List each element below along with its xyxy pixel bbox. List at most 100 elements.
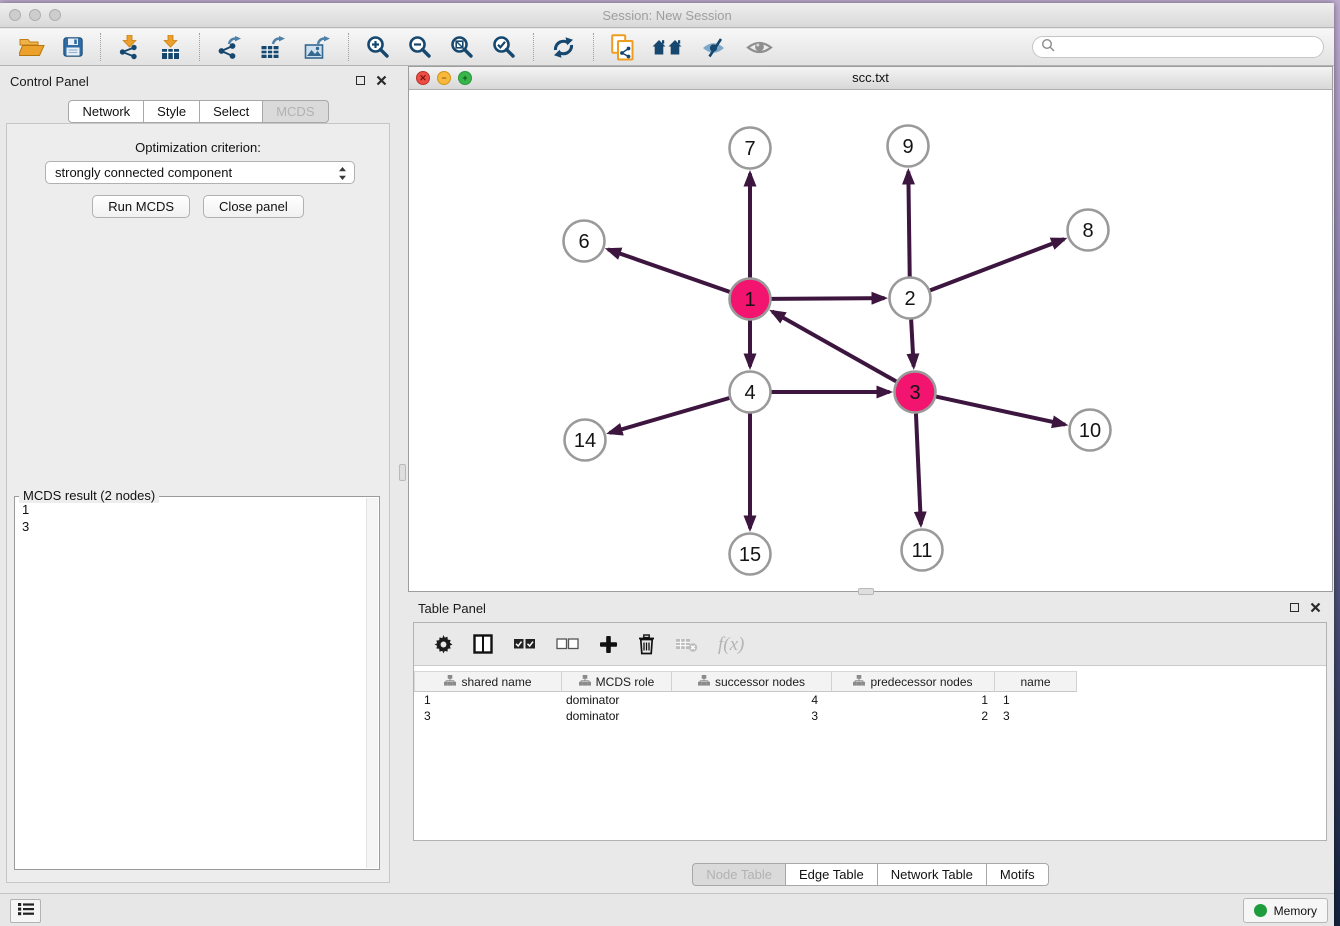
import-network-icon[interactable] [109, 31, 150, 63]
edge-3-11[interactable] [916, 413, 921, 524]
zoom-frame-icon[interactable]: + [458, 71, 472, 85]
edge-2-3[interactable] [911, 319, 914, 366]
edge-4-14[interactable] [609, 398, 729, 433]
edge-1-6[interactable] [608, 249, 730, 291]
control-panel-title: Control Panel [10, 74, 89, 89]
search-box [1032, 36, 1324, 58]
table-cell[interactable]: 4 [672, 692, 832, 708]
tab-edge-table[interactable]: Edge Table [785, 863, 878, 886]
toolbar-separator [100, 33, 101, 61]
optimization-criterion-label: Optimization criterion: [7, 140, 389, 155]
table-cell[interactable]: 1 [995, 692, 1077, 708]
open-file-icon[interactable] [10, 31, 54, 63]
network-view-window: ✕−+ scc.txt 7968124314101511 [408, 66, 1333, 592]
float-table-panel-icon[interactable] [1290, 603, 1299, 612]
tab-node-table[interactable]: Node Table [692, 863, 786, 886]
first-neighbors-icon[interactable] [643, 31, 692, 63]
network-canvas[interactable]: 7968124314101511 [409, 91, 1332, 591]
close-frame-icon[interactable]: ✕ [416, 71, 430, 85]
table-cell[interactable]: dominator [562, 708, 672, 724]
tab-network[interactable]: Network [68, 100, 144, 123]
column-header-mcds-role[interactable]: MCDS role [562, 671, 672, 692]
column-header-name[interactable]: name [995, 671, 1077, 692]
network-window-titlebar[interactable]: ✕−+ scc.txt [409, 67, 1332, 90]
zoom-out-icon[interactable] [399, 31, 441, 63]
refresh-view-icon[interactable] [542, 31, 585, 63]
graph-node-label-15: 15 [739, 544, 761, 566]
toolbar-icon-groups [10, 31, 782, 63]
minimize-window-icon[interactable] [29, 9, 41, 21]
export-table-icon[interactable] [251, 31, 295, 63]
table-cell[interactable]: 1 [832, 692, 995, 708]
select-all-icon[interactable] [503, 638, 546, 650]
delete-column-icon[interactable] [628, 634, 665, 655]
toolbar-separator [348, 33, 349, 61]
add-column-icon[interactable] [589, 635, 628, 654]
vertical-splitter-handle[interactable] [399, 464, 406, 481]
show-all-icon[interactable] [737, 31, 782, 63]
table-rows: 1dominator4113dominator323 [414, 692, 1326, 724]
close-table-panel-icon[interactable] [1310, 602, 1321, 613]
table-cell[interactable]: 2 [832, 708, 995, 724]
copy-network-icon[interactable] [602, 31, 643, 63]
hierarchy-icon [579, 675, 591, 689]
session-title: Session: New Session [0, 3, 1334, 28]
toolbar-separator [533, 33, 534, 61]
edge-2-9[interactable] [908, 171, 909, 276]
task-history-button[interactable] [10, 899, 41, 923]
table-settings-icon[interactable] [424, 635, 463, 654]
table-cell[interactable]: 3 [672, 708, 832, 724]
result-scrollbar[interactable] [366, 498, 378, 868]
main-titlebar[interactable]: Session: New Session [0, 3, 1334, 28]
column-header-label: successor nodes [715, 675, 805, 689]
chevron-updown-icon [338, 166, 347, 184]
tab-style[interactable]: Style [143, 100, 200, 123]
column-header-shared-name[interactable]: shared name [414, 671, 562, 692]
mcds-panel-body: Optimization criterion: strongly connect… [6, 123, 390, 883]
minimize-frame-icon[interactable]: − [437, 71, 451, 85]
table-panel-title: Table Panel [418, 601, 486, 616]
criterion-select[interactable]: strongly connected component [45, 161, 355, 184]
edge-1-2[interactable] [771, 298, 884, 299]
mcds-result-text[interactable]: 1 3 [16, 499, 365, 868]
network-graph: 7968124314101511 [409, 91, 1332, 591]
table-cell[interactable]: 1 [414, 692, 562, 708]
table-row[interactable]: 1dominator411 [414, 692, 1326, 708]
toolbar-separator [199, 33, 200, 61]
zoom-window-icon[interactable] [49, 9, 61, 21]
table-cell[interactable]: dominator [562, 692, 672, 708]
edge-3-1[interactable] [772, 312, 896, 382]
float-panel-icon[interactable] [356, 76, 365, 85]
tab-mcds[interactable]: MCDS [262, 100, 328, 123]
hierarchy-icon [853, 675, 865, 689]
close-window-icon[interactable] [9, 9, 21, 21]
column-header-predecessor-nodes[interactable]: predecessor nodes [832, 671, 995, 692]
zoom-selected-icon[interactable] [483, 31, 525, 63]
tab-select[interactable]: Select [199, 100, 263, 123]
edge-3-10[interactable] [936, 397, 1065, 425]
column-header-successor-nodes[interactable]: successor nodes [672, 671, 832, 692]
horizontal-splitter-handle[interactable] [858, 588, 874, 595]
run-mcds-button[interactable]: Run MCDS [92, 195, 190, 218]
table-cell[interactable]: 3 [414, 708, 562, 724]
save-session-icon[interactable] [54, 31, 92, 63]
memory-button[interactable]: Memory [1243, 898, 1328, 923]
export-image-icon[interactable] [295, 31, 340, 63]
table-cell[interactable]: 3 [995, 708, 1077, 724]
search-icon [1041, 38, 1055, 57]
import-table-icon[interactable] [150, 31, 191, 63]
close-panel-icon[interactable] [376, 75, 387, 86]
close-panel-button[interactable]: Close panel [203, 195, 304, 218]
tab-motifs[interactable]: Motifs [986, 863, 1049, 886]
table-panel: Table Panel f(x) shared nameMCDS rolesuc… [408, 595, 1333, 893]
hide-selected-icon[interactable] [692, 31, 737, 63]
table-row[interactable]: 3dominator323 [414, 708, 1326, 724]
zoom-in-icon[interactable] [357, 31, 399, 63]
export-network-icon[interactable] [208, 31, 251, 63]
column-visibility-icon[interactable] [463, 634, 503, 654]
search-input[interactable] [1060, 38, 1323, 56]
zoom-fit-icon[interactable] [441, 31, 483, 63]
edge-2-8[interactable] [930, 239, 1064, 290]
deselect-all-icon[interactable] [546, 638, 589, 650]
tab-network-table[interactable]: Network Table [877, 863, 987, 886]
